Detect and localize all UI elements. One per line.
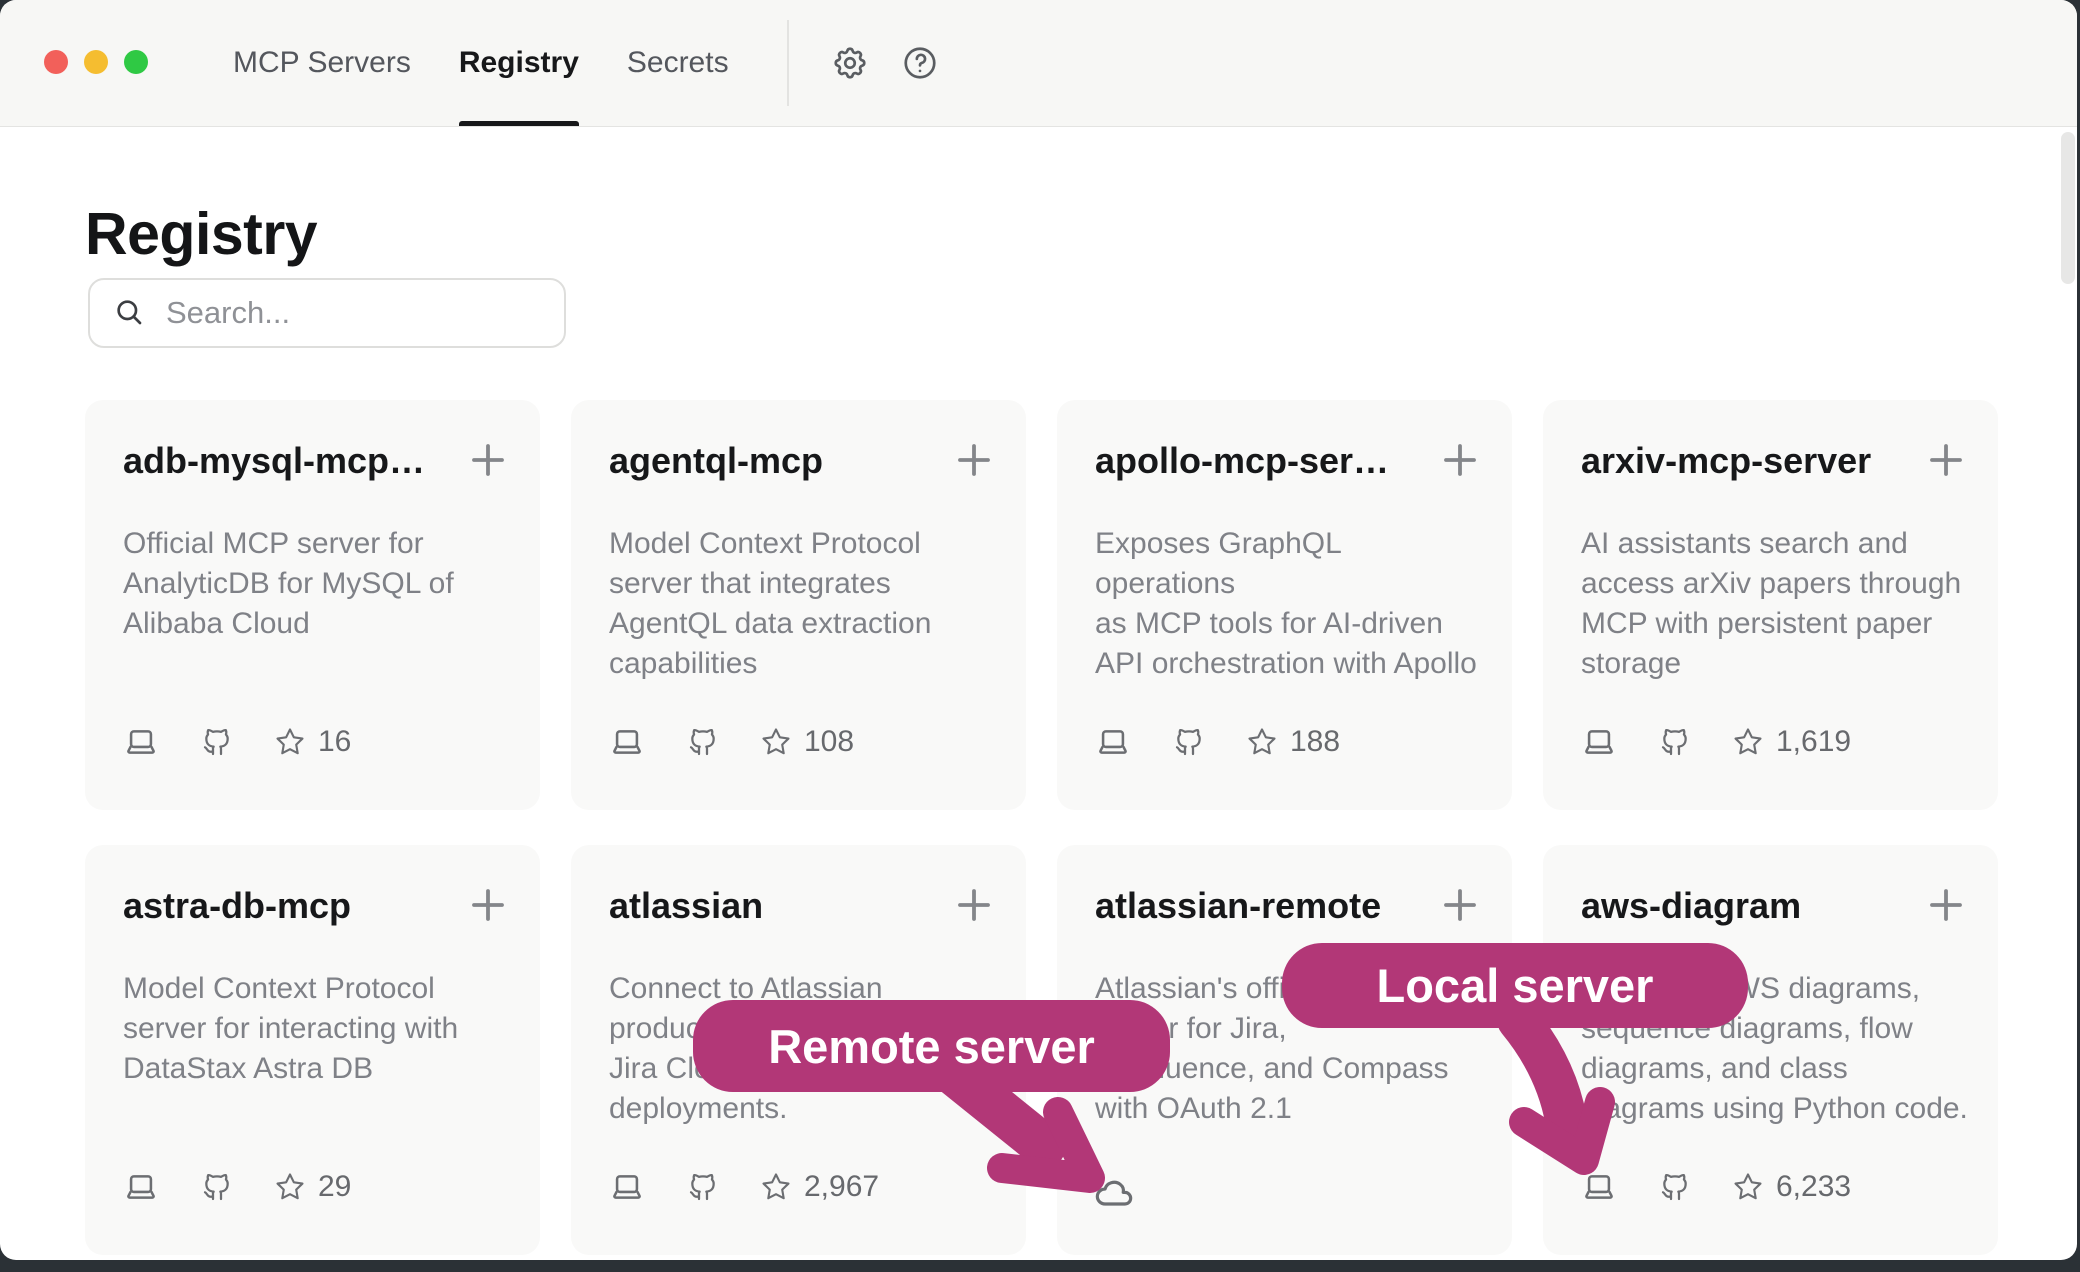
laptop-icon: [609, 725, 645, 759]
laptop-icon: [1581, 725, 1617, 759]
server-card-aws-diagram[interactable]: aws-diagram Generate AWS diagrams,sequen…: [1543, 845, 1998, 1255]
star-count: 29: [318, 1170, 351, 1204]
star-count: 188: [1290, 725, 1340, 759]
card-footer: 6,233: [1581, 1165, 1851, 1209]
traffic-lights: [44, 50, 148, 74]
card-footer: [1095, 1165, 1136, 1209]
laptop-icon: [609, 1170, 645, 1204]
star-icon: [275, 727, 305, 757]
laptop-icon: [123, 1170, 159, 1204]
add-server-button[interactable]: [1922, 881, 1970, 929]
github-icon: [1659, 1171, 1691, 1203]
server-card-adb-mysql-mcp[interactable]: adb-mysql-mcp… Official MCP server forAn…: [85, 400, 540, 810]
search-icon: [114, 297, 146, 329]
laptop-icon: [1581, 1170, 1617, 1204]
star-count: 2,967: [804, 1170, 879, 1204]
github-icon: [201, 726, 233, 758]
server-description: AI assistants search andaccess arXiv pap…: [1581, 524, 1968, 684]
add-server-button[interactable]: [950, 436, 998, 484]
minimize-button[interactable]: [84, 50, 108, 74]
server-card-astra-db-mcp[interactable]: astra-db-mcp Model Context Protocolserve…: [85, 845, 540, 1255]
server-description: Official MCP server forAnalyticDB for My…: [123, 524, 510, 644]
app-window: MCP Servers Registry Secrets Registry ad…: [0, 0, 2077, 1260]
header-divider: [787, 20, 789, 106]
server-name: astra-db-mcp: [123, 885, 450, 927]
add-server-button[interactable]: [1436, 436, 1484, 484]
github-icon: [687, 1171, 719, 1203]
remote-server-callout: Remote server: [693, 1000, 1170, 1092]
cloud-icon: [1092, 1174, 1136, 1214]
server-card-agentql-mcp[interactable]: agentql-mcp Model Context Protocolserver…: [571, 400, 1026, 810]
server-name: arxiv-mcp-server: [1581, 440, 1908, 482]
close-button[interactable]: [44, 50, 68, 74]
star-count: 6,233: [1776, 1170, 1851, 1204]
star-count: 108: [804, 725, 854, 759]
add-server-button[interactable]: [464, 436, 512, 484]
server-name: apollo-mcp-ser…: [1095, 440, 1422, 482]
server-description: Model Context Protocolserver for interac…: [123, 969, 510, 1089]
plus-icon: [950, 881, 998, 929]
scrollbar-thumb[interactable]: [2061, 132, 2075, 284]
server-name: atlassian-remote: [1095, 885, 1422, 927]
tab-mcp-servers[interactable]: MCP Servers: [233, 0, 411, 126]
tab-registry[interactable]: Registry: [459, 0, 579, 126]
star-icon: [1733, 727, 1763, 757]
star-icon: [761, 1172, 791, 1202]
github-icon: [687, 726, 719, 758]
github-icon: [1659, 726, 1691, 758]
laptop-icon: [123, 725, 159, 759]
star-count: 1,619: [1776, 725, 1851, 759]
add-server-button[interactable]: [1436, 881, 1484, 929]
local-server-callout: Local server: [1282, 943, 1748, 1028]
server-description: Exposes GraphQL operationsas MCP tools f…: [1095, 524, 1482, 684]
help-icon[interactable]: [901, 44, 939, 82]
card-footer: 188: [1095, 720, 1340, 764]
star-count: 16: [318, 725, 351, 759]
card-footer: 16: [123, 720, 351, 764]
server-description: Model Context Protocolserver that integr…: [609, 524, 996, 684]
tab-secrets[interactable]: Secrets: [627, 0, 729, 126]
plus-icon: [950, 436, 998, 484]
plus-icon: [1922, 881, 1970, 929]
search-input[interactable]: [164, 294, 567, 332]
star-icon: [1733, 1172, 1763, 1202]
plus-icon: [464, 436, 512, 484]
plus-icon: [464, 881, 512, 929]
server-name: agentql-mcp: [609, 440, 936, 482]
page-title: Registry: [85, 200, 317, 268]
github-icon: [1173, 726, 1205, 758]
add-server-button[interactable]: [1922, 436, 1970, 484]
search-box: [88, 278, 566, 348]
title-bar: MCP Servers Registry Secrets: [0, 0, 2077, 127]
card-footer: 1,619: [1581, 720, 1851, 764]
server-card-apollo-mcp-server[interactable]: apollo-mcp-ser… Exposes GraphQL operatio…: [1057, 400, 1512, 810]
server-card-arxiv-mcp-server[interactable]: arxiv-mcp-server AI assistants search an…: [1543, 400, 1998, 810]
plus-icon: [1436, 436, 1484, 484]
card-footer: 2,967: [609, 1165, 879, 1209]
zoom-button[interactable]: [124, 50, 148, 74]
star-icon: [275, 1172, 305, 1202]
server-name: atlassian: [609, 885, 936, 927]
add-server-button[interactable]: [950, 881, 998, 929]
card-footer: 108: [609, 720, 854, 764]
server-card-grid: adb-mysql-mcp… Official MCP server forAn…: [85, 400, 1998, 1255]
plus-icon: [1922, 436, 1970, 484]
server-name: aws-diagram: [1581, 885, 1908, 927]
star-icon: [1247, 727, 1277, 757]
github-icon: [201, 1171, 233, 1203]
laptop-icon: [1095, 725, 1131, 759]
main-tabs: MCP Servers Registry Secrets: [233, 0, 729, 126]
card-footer: 29: [123, 1165, 351, 1209]
server-name: adb-mysql-mcp…: [123, 440, 450, 482]
add-server-button[interactable]: [464, 881, 512, 929]
gear-icon[interactable]: [831, 44, 869, 82]
plus-icon: [1436, 881, 1484, 929]
star-icon: [761, 727, 791, 757]
